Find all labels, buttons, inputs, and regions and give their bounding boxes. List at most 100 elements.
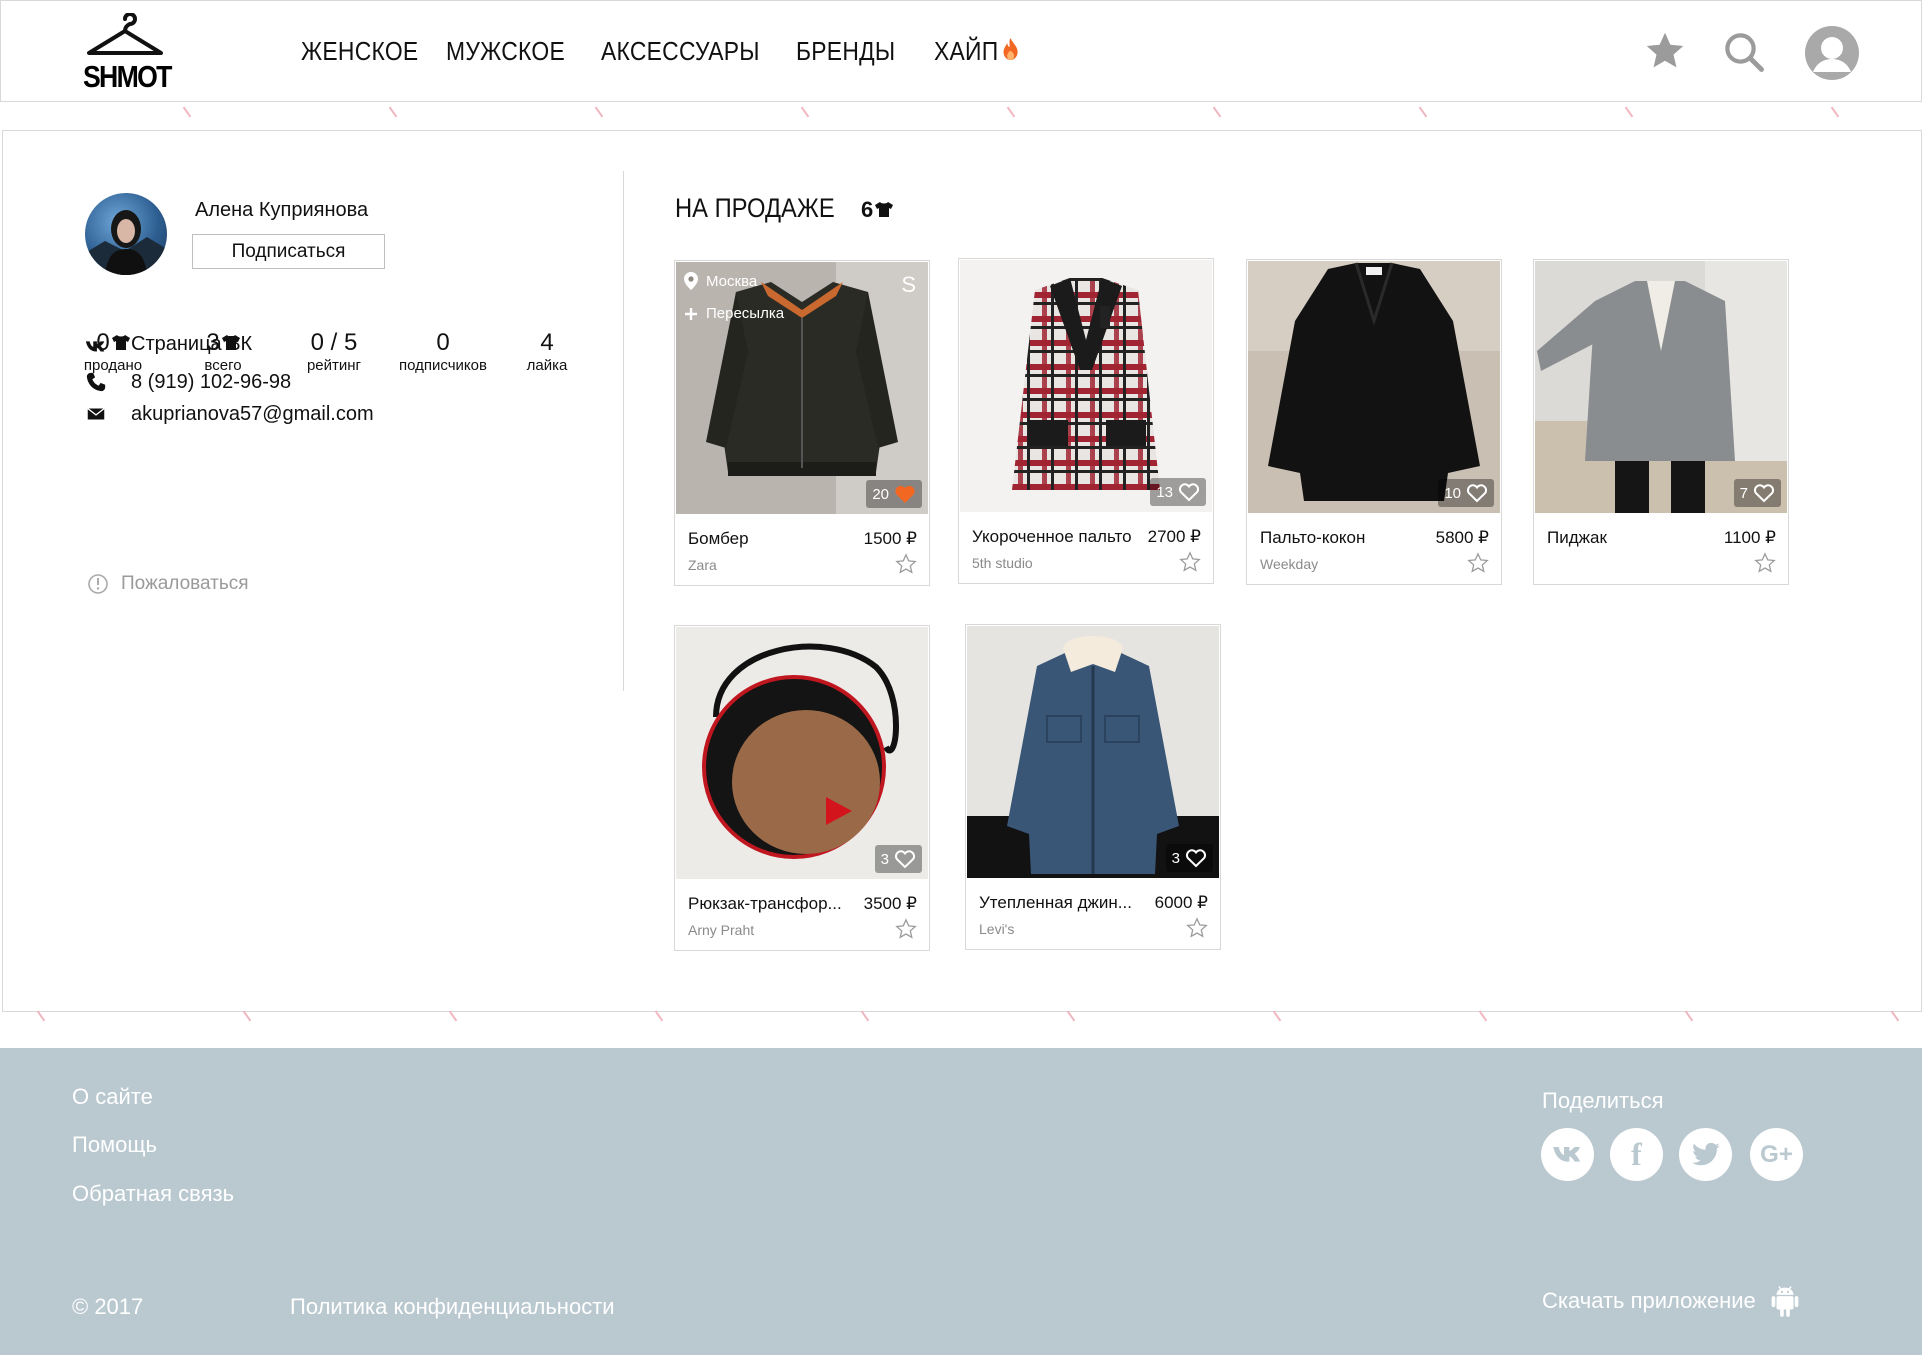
favorite-star-icon[interactable] xyxy=(1179,551,1201,573)
likes-count: 13 xyxy=(1156,483,1173,501)
hanger-icon xyxy=(87,13,163,55)
nav-women[interactable]: ЖЕНСКОЕ xyxy=(301,36,418,67)
product-name: Бомбер xyxy=(688,529,749,548)
product-photo[interactable]: 7 xyxy=(1535,261,1787,513)
follow-button[interactable]: Подписаться xyxy=(192,234,385,269)
likes-count: 3 xyxy=(880,850,889,868)
stat-likes-label: лайка xyxy=(526,357,568,374)
likes-count: 10 xyxy=(1444,484,1461,502)
facebook-share-button[interactable]: f xyxy=(1610,1128,1663,1181)
nav-men[interactable]: МУЖСКОЕ xyxy=(446,36,565,67)
site-header: SHMOT ЖЕНСКОЕ МУЖСКОЕ АКСЕССУАРЫ БРЕНДЫ … xyxy=(0,0,1922,102)
footer-link-help[interactable]: Помощь xyxy=(72,1132,157,1158)
bomber-jacket-image xyxy=(676,262,928,514)
product-brand: Arny Praht xyxy=(688,922,755,938)
footer-link-feedback[interactable]: Обратная связь xyxy=(72,1181,234,1207)
product-photo[interactable]: 3 xyxy=(967,626,1219,878)
grey-blazer-image xyxy=(1535,261,1787,513)
vk-share-button[interactable] xyxy=(1541,1128,1594,1181)
avatar-photo xyxy=(85,210,167,275)
profile-avatar[interactable] xyxy=(85,193,167,275)
google-plus-share-button[interactable]: G+ xyxy=(1750,1128,1803,1181)
nav-brands[interactable]: БРЕНДЫ xyxy=(796,36,895,67)
twitter-icon xyxy=(1691,1142,1720,1165)
product-card[interactable]: 13 Укороченное пальто 2700 ₽ 5th studio xyxy=(958,258,1214,584)
heart-outline-icon xyxy=(1753,484,1775,503)
heart-outline-icon xyxy=(1185,849,1207,868)
plus-icon xyxy=(685,307,697,320)
on-sale-count-value: 6 xyxy=(861,197,874,222)
product-card[interactable]: 3 Утепленная джин... 6000 ₽ Levi's xyxy=(965,624,1221,950)
stat-likes: 4 лайка xyxy=(517,329,577,375)
favorite-star-icon[interactable] xyxy=(1186,917,1208,939)
vertical-divider xyxy=(623,171,624,691)
stat-rating-value: 0 / 5 xyxy=(310,329,358,356)
on-sale-title: НА ПРОДАЖЕ xyxy=(675,193,835,223)
likes-badge[interactable]: 13 xyxy=(1150,478,1206,506)
product-brand: Zara xyxy=(688,557,717,573)
user-avatar-icon[interactable] xyxy=(1805,26,1859,80)
product-photo[interactable]: 13 xyxy=(960,260,1212,512)
product-name: Укороченное пальто xyxy=(972,527,1132,546)
product-brand: Weekday xyxy=(1260,556,1319,572)
location-city: Москва xyxy=(706,272,758,290)
site-footer: О сайте Помощь Обратная связь Поделиться… xyxy=(0,1048,1922,1355)
logo-wordmark: SHMOT xyxy=(83,59,172,94)
product-card[interactable]: 10 Пальто-кокон 5800 ₽ Weekday xyxy=(1246,259,1502,585)
shmot-logo[interactable]: SHMOT xyxy=(83,13,172,94)
product-card[interactable]: 7 Пиджак 1100 ₽ xyxy=(1533,259,1789,585)
nav-hype[interactable]: ХАЙП xyxy=(934,36,1020,67)
denim-jacket-image xyxy=(967,626,1219,878)
likes-count: 3 xyxy=(1171,849,1180,867)
likes-badge[interactable]: 3 xyxy=(874,845,922,873)
product-price: 2700 ₽ xyxy=(1147,527,1201,546)
heart-filled-icon xyxy=(895,485,915,503)
stat-likes-value: 4 xyxy=(540,329,554,356)
download-app-label: Скачать приложение xyxy=(1542,1288,1756,1313)
download-app-link[interactable]: Скачать приложение xyxy=(1542,1284,1800,1318)
contact-vk-text: Страница ВК xyxy=(131,333,253,355)
product-photo[interactable]: 10 xyxy=(1248,261,1500,513)
likes-badge[interactable]: 20 xyxy=(866,480,922,508)
profile-card: Алена Куприянова Подписаться 0 продано 3… xyxy=(2,130,1922,1012)
round-backpack-image xyxy=(676,627,928,879)
report-link[interactable]: Пожаловаться xyxy=(87,573,249,595)
product-name: Утепленная джин... xyxy=(979,893,1132,912)
plaid-coat-image xyxy=(960,260,1212,512)
tshirt-icon xyxy=(111,335,130,350)
location-pin-icon xyxy=(684,272,698,290)
likes-count: 20 xyxy=(872,485,889,503)
favorite-star-icon[interactable] xyxy=(1754,552,1776,574)
likes-badge[interactable]: 3 xyxy=(1165,844,1213,872)
stat-followers-value: 0 xyxy=(436,329,450,356)
privacy-policy-link[interactable]: Политика конфиденциальности xyxy=(290,1294,615,1320)
nav-hype-label: ХАЙП xyxy=(934,36,999,66)
google-plus-icon: G+ xyxy=(1760,1140,1793,1168)
contact-email-text: akuprianova57@gmail.com xyxy=(131,403,374,425)
star-icon[interactable] xyxy=(1644,31,1686,71)
search-icon[interactable] xyxy=(1723,31,1765,73)
flame-icon xyxy=(1003,38,1018,60)
stat-rating-label: рейтинг xyxy=(306,357,362,374)
favorite-star-icon[interactable] xyxy=(1467,552,1489,574)
product-photo[interactable]: 3 xyxy=(676,627,928,879)
product-photo[interactable]: Москва Пересылка S 20 xyxy=(676,262,928,514)
mail-icon xyxy=(87,407,105,420)
stat-rating: 0 / 5 рейтинг xyxy=(299,329,369,375)
product-card[interactable]: Москва Пересылка S 20 Бомбер 1500 ₽ Zara xyxy=(674,260,930,586)
likes-badge[interactable]: 7 xyxy=(1733,479,1781,507)
twitter-share-button[interactable] xyxy=(1679,1128,1732,1181)
product-price: 6000 ₽ xyxy=(1154,893,1208,912)
nav-accessories[interactable]: АКСЕССУАРЫ xyxy=(601,36,760,67)
product-name: Рюкзак-трансфор... xyxy=(688,894,842,913)
heart-outline-icon xyxy=(1466,484,1488,503)
facebook-icon: f xyxy=(1631,1136,1642,1172)
product-card[interactable]: 3 Рюкзак-трансфор... 3500 ₽ Arny Praht xyxy=(674,625,930,951)
likes-badge[interactable]: 10 xyxy=(1438,479,1494,507)
stat-followers: 0 подписчиков xyxy=(393,329,493,375)
shipping-label: Пересылка xyxy=(706,305,785,322)
favorite-star-icon[interactable] xyxy=(895,918,917,940)
footer-link-about[interactable]: О сайте xyxy=(72,1084,153,1110)
favorite-star-icon[interactable] xyxy=(895,553,917,575)
black-coat-image xyxy=(1248,261,1500,513)
